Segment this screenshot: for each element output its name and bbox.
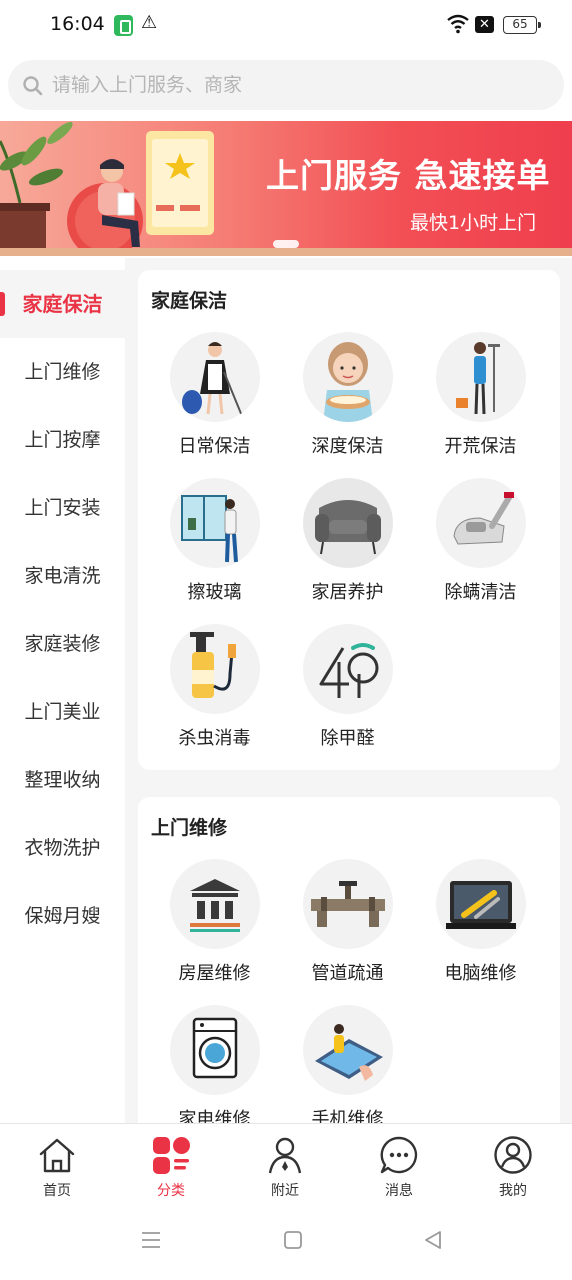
service-tile-deep-cleaning[interactable]: 深度保洁 [281, 332, 414, 472]
nav-label: 首页 [43, 1183, 71, 1199]
building-icon [170, 859, 260, 949]
mite-vacuum-icon [436, 478, 526, 568]
washing-machine-icon [170, 1005, 260, 1095]
service-tile-computer-repair[interactable]: 电脑维修 [414, 859, 547, 999]
battery-indicator: 65 [503, 16, 541, 34]
nav-home[interactable]: 首页 [0, 1124, 114, 1204]
status-time: 16:04 [50, 13, 105, 35]
home-icon [39, 1138, 75, 1173]
banner-title: 上门服务 急速接单 [266, 156, 551, 195]
sprayer-icon [170, 624, 260, 714]
nav-messages[interactable]: 消息 [342, 1124, 456, 1204]
section-title: 上门维修 [151, 817, 228, 839]
wifi-icon [447, 14, 469, 34]
nav-label: 分类 [157, 1183, 185, 1199]
nav-category[interactable]: 分类 [114, 1124, 228, 1204]
sidebar-item-nanny[interactable]: 保姆月嫂 [0, 882, 125, 950]
maid-icon [170, 332, 260, 422]
status-bar: 16:04 ⚠ ✕ 65 [0, 0, 572, 52]
service-tile-daily-cleaning[interactable]: 日常保洁 [148, 332, 281, 472]
service-label: 管道疏通 [311, 963, 384, 984]
carousel-indicator[interactable] [273, 240, 299, 248]
message-icon [380, 1136, 418, 1174]
sidebar-item-label: 上门安装 [24, 497, 101, 519]
warning-icon: ⚠ [141, 12, 158, 33]
category-icon [153, 1137, 190, 1174]
service-label: 日常保洁 [178, 436, 251, 457]
banner-floor [0, 248, 572, 256]
service-label: 房屋维修 [178, 963, 251, 984]
service-tile-pest-control[interactable]: 杀虫消毒 [148, 624, 281, 764]
sidebar-item-laundry[interactable]: 衣物洗护 [0, 814, 125, 882]
section-card-repair: 上门维修 房屋维修 管道疏通 电脑维修 家电维修 手机维修 [138, 797, 560, 1137]
banner-subtitle: 最快1小时上门 [410, 212, 537, 234]
washing-basin-icon [303, 332, 393, 422]
service-tile-mite-removal[interactable]: 除螨清洁 [414, 478, 547, 618]
section-title: 家庭保洁 [151, 290, 228, 312]
service-label: 除甲醛 [320, 728, 375, 749]
sidebar-item-beauty[interactable]: 上门美业 [0, 678, 125, 746]
sidebar-item-label: 保姆月嫂 [24, 905, 101, 927]
nearby-person-icon [268, 1137, 302, 1174]
sidebar-item-label: 衣物洗护 [24, 837, 101, 859]
service-label: 除螨清洁 [444, 582, 517, 603]
nav-label: 附近 [271, 1183, 299, 1199]
sidebar-item-label: 家电清洗 [24, 565, 101, 587]
sidebar-item-label: 家庭装修 [24, 633, 101, 655]
bottom-navigation: 首页 分类 附近 消息 我的 [0, 1123, 572, 1203]
service-tile-furniture-care[interactable]: 家居养护 [281, 478, 414, 618]
sidebar-item-label: 整理收纳 [24, 769, 101, 791]
cleaner-mop-icon [436, 332, 526, 422]
sidebar-item-installation[interactable]: 上门安装 [0, 474, 125, 542]
back-icon[interactable] [422, 1229, 444, 1251]
sidebar-item-label: 家庭保洁 [22, 292, 103, 316]
sidebar-item-label: 上门按摩 [24, 429, 101, 451]
window-wipe-icon [170, 478, 260, 568]
nav-label: 我的 [499, 1183, 527, 1199]
service-tile-formaldehyde-removal[interactable]: 除甲醛 [281, 624, 414, 764]
sidebar-item-massage[interactable]: 上门按摩 [0, 406, 125, 474]
promo-banner[interactable]: 上门服务 急速接单 最快1小时上门 [0, 121, 572, 256]
service-tile-post-renovation-cleaning[interactable]: 开荒保洁 [414, 332, 547, 472]
sidebar-item-organizing[interactable]: 整理收纳 [0, 746, 125, 814]
armchair-icon [303, 478, 393, 568]
pipe-icon [303, 859, 393, 949]
service-label: 擦玻璃 [187, 582, 242, 603]
computer-repair-icon [436, 859, 526, 949]
nav-profile[interactable]: 我的 [456, 1124, 570, 1204]
search-input[interactable] [52, 60, 552, 110]
service-tile-house-repair[interactable]: 房屋维修 [148, 859, 281, 999]
category-sidebar: 家庭保洁 上门维修 上门按摩 上门安装 家电清洗 家庭装修 上门美业 整理收纳 … [0, 270, 125, 1123]
search-bar[interactable] [8, 60, 564, 110]
sidebar-item-renovation[interactable]: 家庭装修 [0, 610, 125, 678]
service-label: 开荒保洁 [444, 436, 517, 457]
app-notification-icon [114, 15, 133, 36]
sidebar-item-home-cleaning[interactable]: 家庭保洁 [0, 270, 125, 338]
section-card-home-cleaning: 家庭保洁 日常保洁 深度保洁 开荒保洁 擦玻璃 家居养护 除螨清洁 杀虫消毒 除… [138, 270, 560, 770]
nav-label: 消息 [385, 1183, 413, 1199]
service-label: 家居养护 [311, 582, 384, 603]
system-navigation-bar [0, 1203, 572, 1280]
sidebar-item-repair[interactable]: 上门维修 [0, 338, 125, 406]
phone-repair-icon [303, 1005, 393, 1095]
search-icon [23, 76, 43, 96]
home-square-icon[interactable] [282, 1229, 304, 1251]
no-sim-icon: ✕ [475, 16, 494, 33]
menu-icon[interactable] [140, 1229, 162, 1251]
profile-icon [494, 1136, 532, 1174]
nav-nearby[interactable]: 附近 [228, 1124, 342, 1204]
service-label: 杀虫消毒 [178, 728, 251, 749]
service-label: 深度保洁 [311, 436, 384, 457]
sidebar-item-appliance-cleaning[interactable]: 家电清洗 [0, 542, 125, 610]
sidebar-item-label: 上门美业 [24, 701, 101, 723]
tree-leaf-icon [303, 624, 393, 714]
sidebar-item-label: 上门维修 [24, 361, 101, 383]
service-label: 电脑维修 [444, 963, 517, 984]
service-tile-window-cleaning[interactable]: 擦玻璃 [148, 478, 281, 618]
service-tile-pipe-unclogging[interactable]: 管道疏通 [281, 859, 414, 999]
banner-illustration [0, 122, 214, 256]
